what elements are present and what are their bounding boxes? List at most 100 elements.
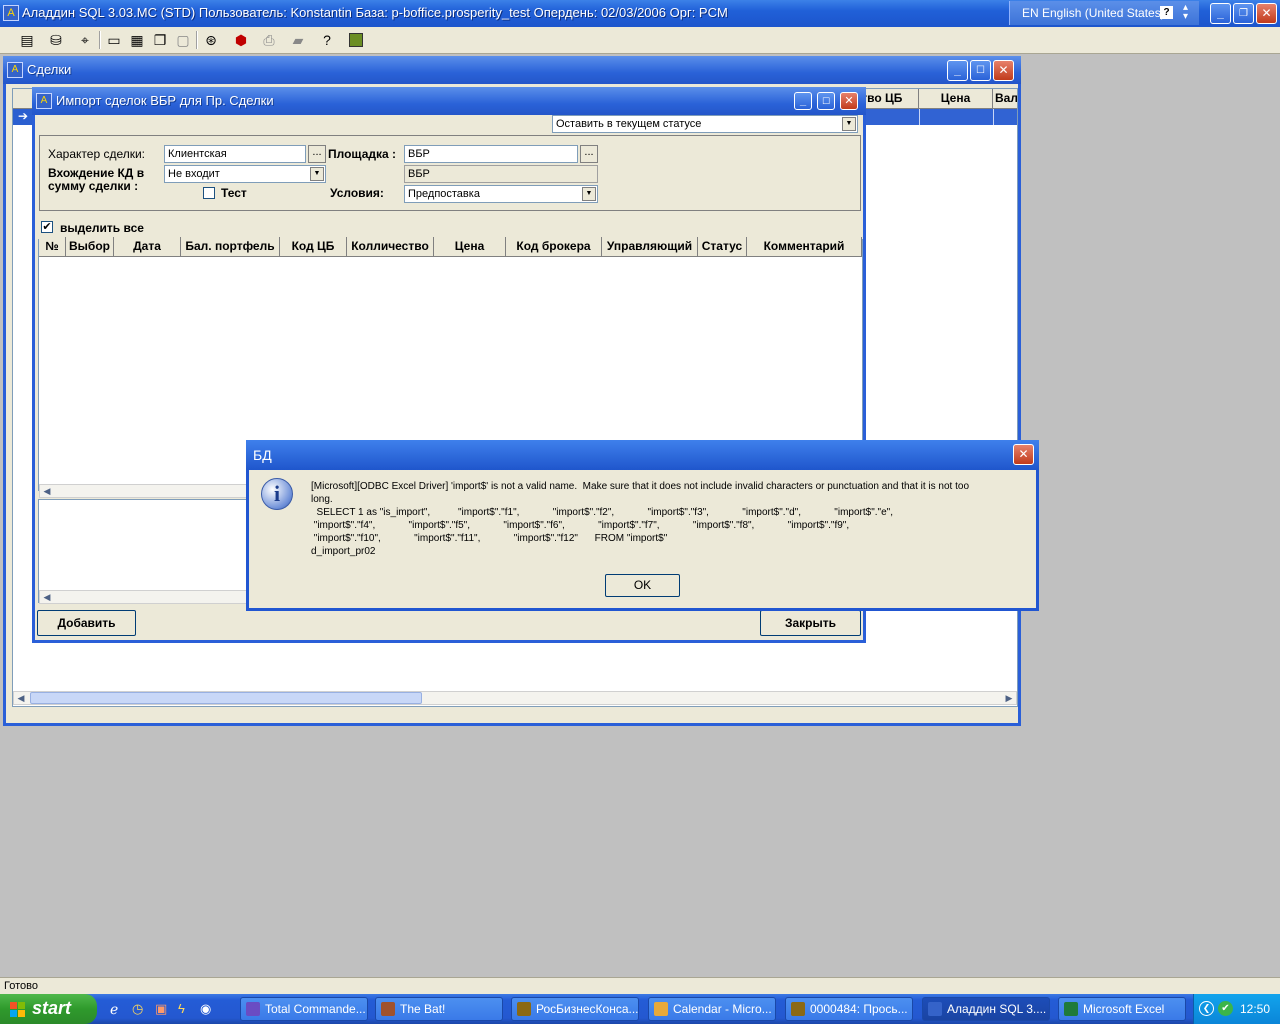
language-indicator[interactable]: EN English (United States) (1022, 6, 1165, 20)
select-all-checkbox[interactable]: ✔ (41, 221, 53, 233)
print-icon[interactable]: ⎙ (259, 30, 279, 50)
chevron-down-icon[interactable]: ▼ (310, 167, 324, 181)
cascade-icon[interactable]: ❐ (150, 30, 170, 50)
import-title-bar[interactable]: A Импорт сделок ВБР для Пр. Сделки _ ☐ ✕ (32, 87, 866, 115)
deal-type-label: Характер сделки: (48, 147, 146, 161)
scroll-left-icon[interactable]: ◀ (14, 692, 28, 704)
help-icon[interactable]: ? (317, 30, 337, 50)
kd-inclusion-label-line2: сумму сделки : (48, 179, 139, 193)
conditions-select[interactable]: Предпоставка ▼ (404, 185, 598, 203)
add-button[interactable]: Добавить (37, 610, 136, 636)
language-bar[interactable]: EN English (United States) ? ▴ ▾ (1009, 1, 1199, 25)
main-restore-button[interactable]: ❐ (1233, 3, 1254, 24)
scroll-right-icon[interactable]: ▶ (1002, 692, 1016, 704)
task-label: Аладдин SQL 3.... (947, 1002, 1047, 1016)
import-close-button[interactable]: ✕ (840, 92, 858, 110)
status-bar: Готово (0, 977, 1280, 994)
col-header-status[interactable]: Статус (698, 237, 747, 257)
error-dialog-title-bar[interactable]: БД ✕ (246, 440, 1039, 470)
import-grid-hscrollbar[interactable]: ◀ (39, 484, 279, 498)
task-mantis[interactable]: 0000484: Прось... (785, 997, 913, 1021)
platform-lookup-button[interactable]: ... (580, 145, 598, 163)
app-quicklaunch-icon[interactable]: ▣ (155, 1001, 167, 1017)
error-line: "import$"."f4", "import$"."f5", "import$… (311, 520, 850, 531)
taskbar: start ℯ ◷ ▣ ϟ ◉ Total Commande... The Ba… (0, 994, 1280, 1024)
platform-name-field: ВБР (404, 165, 598, 183)
col-header-security-code[interactable]: Код ЦБ (280, 237, 347, 257)
error-dialog-close-button[interactable]: ✕ (1013, 444, 1034, 465)
minimize-all-icon[interactable]: ▢ (173, 30, 193, 50)
import-window-icon: A (36, 93, 52, 109)
exit-icon[interactable] (346, 30, 366, 50)
clock[interactable]: 12:50 (1240, 1002, 1270, 1016)
col-header-quantity[interactable]: Колличество (347, 237, 434, 257)
tray-expand-icon[interactable]: ❮ (1199, 1001, 1214, 1016)
col-header-date[interactable]: Дата (114, 237, 181, 257)
filter-icon[interactable]: ⌖ (75, 30, 95, 50)
error-line: "import$"."f10", "import$"."f11", "impor… (311, 533, 668, 544)
error-line: long. (311, 494, 333, 505)
deals-hscrollbar[interactable]: ◀ ▶ (13, 691, 1017, 705)
stop-icon[interactable]: ⬢ (231, 30, 251, 50)
deals-minimize-button[interactable]: _ (947, 60, 968, 81)
language-options-icon[interactable]: ▴ ▾ (1183, 3, 1188, 22)
task-excel[interactable]: Microsoft Excel (1058, 997, 1186, 1021)
tray-status-icon[interactable]: ✔ (1218, 1001, 1233, 1016)
col-header-select[interactable]: Выбор (66, 237, 114, 257)
database-icon[interactable]: ⛁ (46, 30, 66, 50)
calendar-icon[interactable]: ◷ (132, 1001, 143, 1017)
main-close-button[interactable]: ✕ (1256, 3, 1277, 24)
deal-type-lookup-button[interactable]: ... (308, 145, 326, 163)
language-help-icon[interactable]: ? (1160, 6, 1173, 19)
import-minimize-button[interactable]: _ (794, 92, 812, 110)
list-icon[interactable]: ▤ (17, 30, 37, 50)
deals-title-bar[interactable]: A Сделки _ ☐ ✕ (3, 56, 1021, 84)
import-maximize-button[interactable]: ☐ (817, 92, 835, 110)
deals-col-header[interactable]: Цена (919, 89, 993, 109)
task-total-commander[interactable]: Total Commande... (240, 997, 368, 1021)
cell-divider (993, 109, 994, 125)
chevron-down-icon[interactable]: ▼ (842, 117, 856, 131)
scroll-thumb[interactable] (30, 692, 422, 704)
test-checkbox[interactable] (203, 187, 215, 199)
kd-inclusion-select[interactable]: Не входит ▼ (164, 165, 326, 183)
window-icon[interactable]: ▭ (104, 30, 124, 50)
browser-icon[interactable]: ◉ (200, 1001, 211, 1017)
binoculars-icon[interactable]: ⊛ (201, 30, 221, 50)
task-the-bat[interactable]: The Bat! (375, 997, 503, 1021)
task-rbc[interactable]: РосБизнесКонса... (511, 997, 639, 1021)
task-calendar[interactable]: Calendar - Micro... (648, 997, 776, 1021)
kd-inclusion-label-line1: Вхождение КД в (48, 166, 145, 180)
tile-icon[interactable]: ▦ (127, 30, 147, 50)
error-dialog-title: БД (253, 447, 272, 463)
col-header-price[interactable]: Цена (434, 237, 506, 257)
toolbar-separator (99, 31, 101, 49)
main-window-title: Аладдин SQL 3.03.MC (STD) Пользователь: … (22, 5, 728, 20)
col-header-number[interactable]: № (39, 237, 66, 257)
col-header-manager[interactable]: Управляющий (602, 237, 698, 257)
col-header-broker-code[interactable]: Код брокера (506, 237, 602, 257)
main-minimize-button[interactable]: _ (1210, 3, 1231, 24)
start-button[interactable]: start (0, 994, 97, 1024)
col-header-portfolio[interactable]: Бал. портфель (181, 237, 280, 257)
deals-maximize-button[interactable]: ☐ (970, 60, 991, 81)
chevron-down-icon[interactable]: ▼ (582, 187, 596, 201)
deal-type-field[interactable]: Клиентская (164, 145, 306, 163)
import-log-hscrollbar[interactable]: ◀ (39, 590, 279, 604)
task-label: Microsoft Excel (1083, 1002, 1165, 1016)
deals-window-title: Сделки (27, 62, 72, 77)
platform-field[interactable]: ВБР (404, 145, 578, 163)
ie-icon[interactable]: ℯ (110, 1001, 118, 1018)
export-icon[interactable]: ▰ (288, 30, 308, 50)
scroll-left-icon[interactable]: ◀ (40, 591, 54, 603)
col-header-comment[interactable]: Комментарий (747, 237, 862, 257)
deals-col-header[interactable]: Вал (993, 89, 1017, 109)
task-aladdin[interactable]: Аладдин SQL 3.... (922, 997, 1050, 1021)
deals-close-button[interactable]: ✕ (993, 60, 1014, 81)
task-label: РосБизнесКонса... (536, 1002, 639, 1016)
status-select[interactable]: Оставить в текущем статусе ▼ (552, 115, 858, 133)
close-button[interactable]: Закрыть (760, 610, 861, 636)
ok-button[interactable]: OK (605, 574, 680, 597)
scroll-left-icon[interactable]: ◀ (40, 485, 54, 497)
lightning-icon[interactable]: ϟ (178, 1001, 185, 1016)
